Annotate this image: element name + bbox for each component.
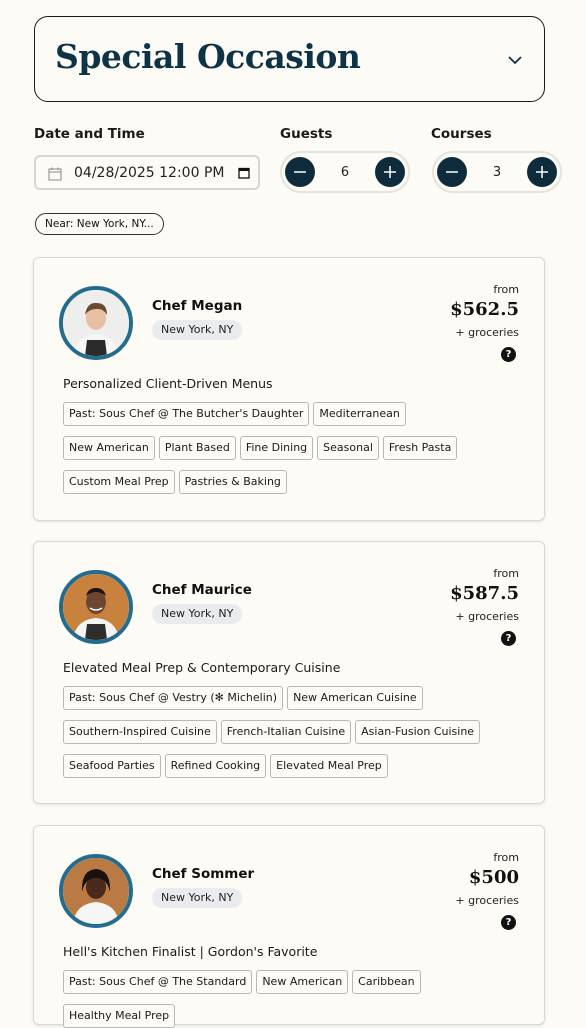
chef-location-badge: New York, NY — [152, 604, 243, 624]
courses-label: Courses — [431, 126, 492, 142]
chef-tag: Seasonal — [317, 436, 379, 460]
chef-tag: Asian-Fusion Cuisine — [355, 720, 481, 744]
chef-tag: Southern-Inspired Cuisine — [63, 720, 217, 744]
chef-name: Chef Megan — [152, 298, 243, 314]
chef-tag: New American — [256, 970, 349, 994]
help-icon[interactable]: ? — [501, 915, 516, 930]
chef-tag: Mediterranean — [313, 402, 406, 426]
chef-tag: Healthy Meal Prep — [63, 1004, 176, 1028]
chef-name: Chef Sommer — [152, 866, 255, 882]
price-from-label: from — [493, 283, 519, 296]
chef-tag: New American Cuisine — [287, 686, 423, 710]
chef-tag: Past: Sous Chef @ The Standard — [63, 970, 253, 994]
chef-tag: Custom Meal Prep — [63, 470, 175, 494]
chef-tag: Caribbean — [352, 970, 421, 994]
price-from-label: from — [493, 567, 519, 580]
chef-tag: New American — [63, 436, 155, 460]
chef-location-badge: New York, NY — [152, 320, 243, 340]
chevron-down-icon — [508, 56, 522, 65]
chef-tags: Past: Sous Chef @ The Butcher's Daughter… — [63, 402, 493, 494]
plus-icon — [536, 166, 548, 178]
price-from-label: from — [493, 851, 519, 864]
help-icon[interactable]: ? — [501, 347, 516, 362]
date-time-input[interactable]: 04/28/2025 12:00 PM — [34, 155, 260, 190]
chef-tag: Fine Dining — [239, 436, 314, 460]
chef-tag: Refined Cooking — [164, 754, 267, 778]
guests-label: Guests — [280, 126, 333, 142]
chef-name: Chef Maurice — [152, 582, 252, 598]
groceries-note: + groceries — [455, 894, 519, 907]
location-filter-pill[interactable]: Near: New York, NY... — [35, 213, 164, 235]
chef-tag: Plant Based — [158, 436, 236, 460]
help-icon[interactable]: ? — [501, 631, 516, 646]
guests-increment-button[interactable] — [375, 157, 405, 187]
chef-price: $500 — [468, 867, 519, 888]
chef-tags: Past: Sous Chef @ The Standard New Ameri… — [63, 970, 493, 1028]
chef-tag: Seafood Parties — [63, 754, 161, 778]
avatar — [59, 854, 133, 928]
chef-tags: Past: Sous Chef @ Vestry (✻ Michelin) Ne… — [63, 686, 493, 778]
chef-location-badge: New York, NY — [152, 888, 243, 908]
chef-price: $587.5 — [450, 583, 519, 604]
chef-tag: French-Italian Cuisine — [220, 720, 352, 744]
chef-price: $562.5 — [450, 299, 519, 320]
date-time-label: Date and Time — [34, 126, 145, 142]
occasion-title: Special Occasion — [55, 37, 361, 76]
groceries-note: + groceries — [455, 610, 519, 623]
chef-tag: Elevated Meal Prep — [270, 754, 388, 778]
plus-icon — [384, 166, 396, 178]
guests-stepper: 6 — [280, 151, 410, 193]
occasion-select[interactable]: Special Occasion — [34, 16, 545, 102]
date-time-value: 04/28/2025 12:00 PM — [74, 165, 225, 181]
avatar — [59, 286, 133, 360]
groceries-note: + groceries — [455, 326, 519, 339]
chef-tag: Fresh Pasta — [382, 436, 458, 460]
chef-card[interactable]: Chef Sommer New York, NY from $500 + gro… — [33, 825, 545, 1028]
avatar — [59, 570, 133, 644]
calendar-icon — [48, 167, 62, 181]
calendar-picker-icon[interactable] — [238, 167, 250, 179]
chef-tagline: Elevated Meal Prep & Contemporary Cuisin… — [63, 660, 341, 675]
chef-tagline: Personalized Client-Driven Menus — [63, 376, 273, 391]
chef-tag: Pastries & Baking — [178, 470, 287, 494]
chef-tagline: Hell's Kitchen Finalist | Gordon's Favor… — [63, 944, 318, 959]
chef-tag: Past: Sous Chef @ Vestry (✻ Michelin) — [63, 686, 284, 710]
chef-tag: Past: Sous Chef @ The Butcher's Daughter — [63, 402, 310, 426]
courses-stepper: 3 — [432, 151, 562, 193]
chef-card[interactable]: Chef Maurice New York, NY from $587.5 + … — [33, 541, 545, 804]
chef-card[interactable]: Chef Megan New York, NY from $562.5 + gr… — [33, 257, 545, 521]
courses-increment-button[interactable] — [527, 157, 557, 187]
